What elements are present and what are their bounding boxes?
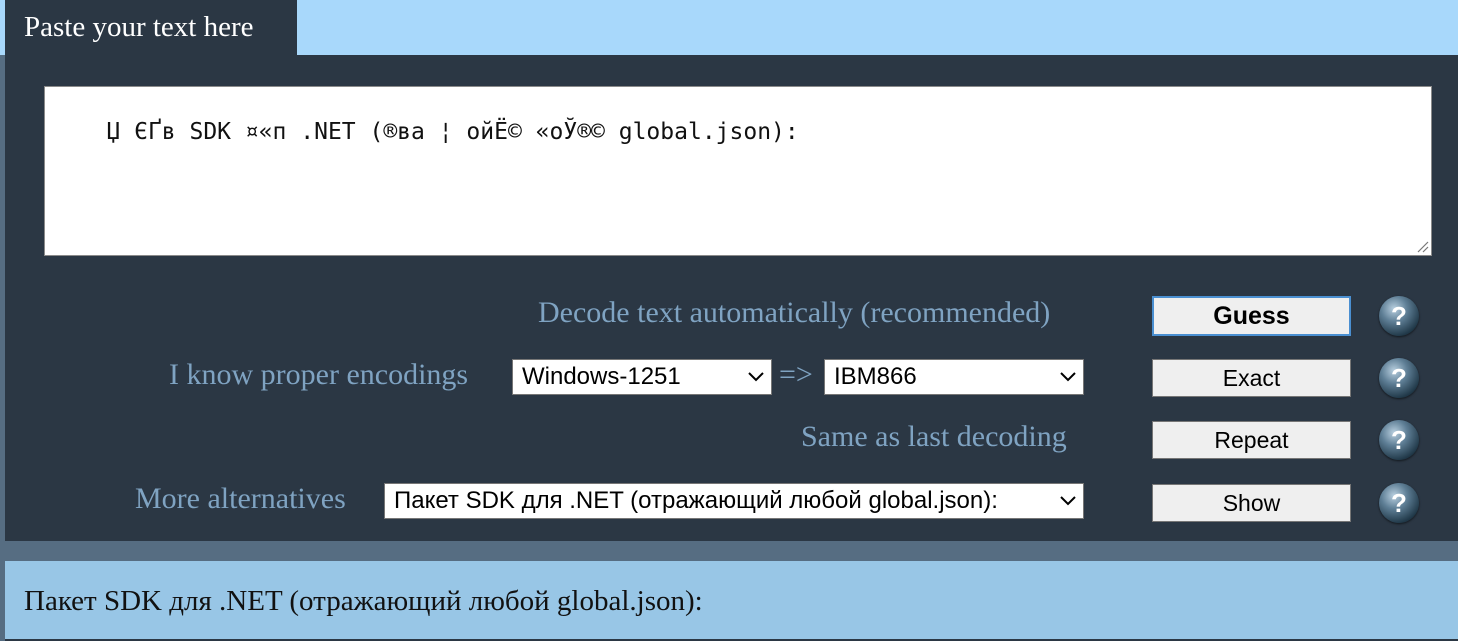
from-encoding-select[interactable]: Windows-1251 (512, 359, 772, 395)
help-repeat-icon[interactable]: ? (1379, 420, 1419, 460)
from-encoding-value: Windows-1251 (522, 363, 681, 390)
to-encoding-select[interactable]: IBM866 (824, 359, 1084, 395)
alternatives-label: More alternatives (135, 482, 346, 515)
repeat-label: Same as last decoding (801, 420, 1067, 453)
exact-button[interactable]: Exact (1152, 359, 1351, 397)
alternatives-value: Пакет SDK для .NET (отражающий любой glo… (394, 487, 998, 514)
alternatives-select[interactable]: Пакет SDK для .NET (отражающий любой glo… (384, 483, 1084, 519)
chevron-down-icon (741, 360, 771, 394)
guess-button[interactable]: Guess (1152, 296, 1351, 336)
exact-label: I know proper encodings (169, 358, 469, 391)
to-encoding-value: IBM866 (834, 363, 917, 390)
source-text-input[interactable]: Џ ЄҐв SDK ¤«п .NET (®ва ¦ ойЁ© «оЎ®© glo… (44, 86, 1432, 256)
chevron-down-icon (1053, 484, 1083, 518)
repeat-button[interactable]: Repeat (1152, 421, 1351, 459)
tab-paste-text[interactable]: Paste your text here (5, 0, 297, 55)
help-alternatives-icon[interactable]: ? (1379, 483, 1419, 523)
encoding-arrow: => (779, 358, 813, 391)
decoded-result: Пакет SDK для .NET (отражающий любой glo… (5, 561, 1458, 641)
guess-label: Decode text automatically (recommended) (538, 296, 1051, 329)
resize-grip-icon[interactable] (1415, 239, 1429, 253)
source-text-value: Џ ЄҐв SDK ¤«п .NET (®ва ¦ ойЁ© «оЎ®© glo… (106, 119, 799, 145)
help-guess-icon[interactable]: ? (1379, 296, 1419, 336)
decoder-panel: Џ ЄҐв SDK ¤«п .NET (®ва ¦ ойЁ© «оЎ®© glo… (5, 55, 1458, 541)
chevron-down-icon (1053, 360, 1083, 394)
help-exact-icon[interactable]: ? (1379, 358, 1419, 398)
show-button[interactable]: Show (1152, 484, 1351, 522)
